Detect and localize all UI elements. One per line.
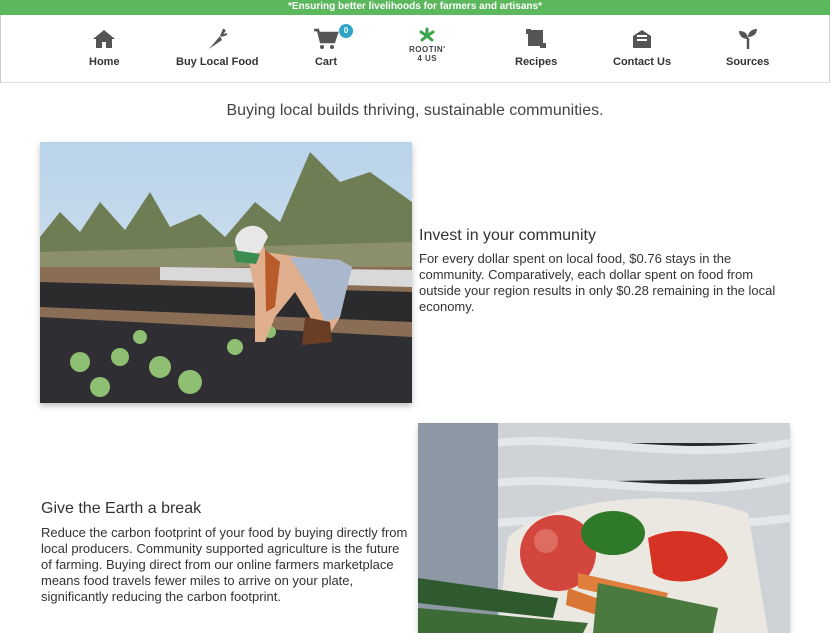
nav-cart[interactable]: 0 Cart	[313, 24, 353, 68]
produce-bag-photo	[418, 423, 790, 633]
nav-contact-us-label: Contact Us	[613, 56, 672, 68]
logo-line1: ROOTIN'	[409, 45, 446, 54]
main-nav: Home Buy Local Food 0 Cart ROOTIN' 4 US …	[0, 15, 830, 83]
nav-buy-local-food[interactable]: Buy Local Food	[176, 27, 259, 68]
site-logo[interactable]: ROOTIN' 4 US	[409, 27, 446, 63]
section-body-earth: Reduce the carbon footprint of your food…	[41, 525, 408, 604]
scroll-icon	[515, 27, 557, 51]
section-title-earth: Give the Earth a break	[41, 500, 202, 517]
cart-count-badge: 0	[339, 24, 353, 38]
logo-line2: 4 US	[417, 54, 438, 63]
nav-sources[interactable]: Sources	[726, 27, 769, 68]
mail-icon	[613, 27, 671, 51]
farmer-planting-photo	[40, 142, 412, 403]
announcement-banner: *Ensuring better livelihoods for farmers…	[0, 0, 830, 15]
cart-icon: 0	[313, 24, 353, 51]
carrot-icon	[176, 27, 259, 51]
nav-recipes[interactable]: Recipes	[515, 27, 557, 68]
nav-sources-label: Sources	[726, 56, 770, 68]
nav-recipes-label: Recipes	[515, 56, 558, 68]
nav-contact-us[interactable]: Contact Us	[613, 27, 671, 68]
sprout-icon	[726, 27, 769, 51]
leaf-logo-icon	[409, 27, 446, 45]
nav-cart-label: Cart	[314, 56, 337, 68]
nav-buy-local-food-label: Buy Local Food	[176, 56, 259, 68]
nav-home[interactable]: Home	[89, 27, 120, 68]
section-body-community: For every dollar spent on local food, $0…	[419, 251, 776, 314]
page-tagline: Buying local builds thriving, sustainabl…	[226, 102, 604, 119]
nav-home-label: Home	[89, 56, 120, 68]
home-icon	[89, 27, 120, 51]
section-title-community: Invest in your community	[419, 227, 596, 244]
